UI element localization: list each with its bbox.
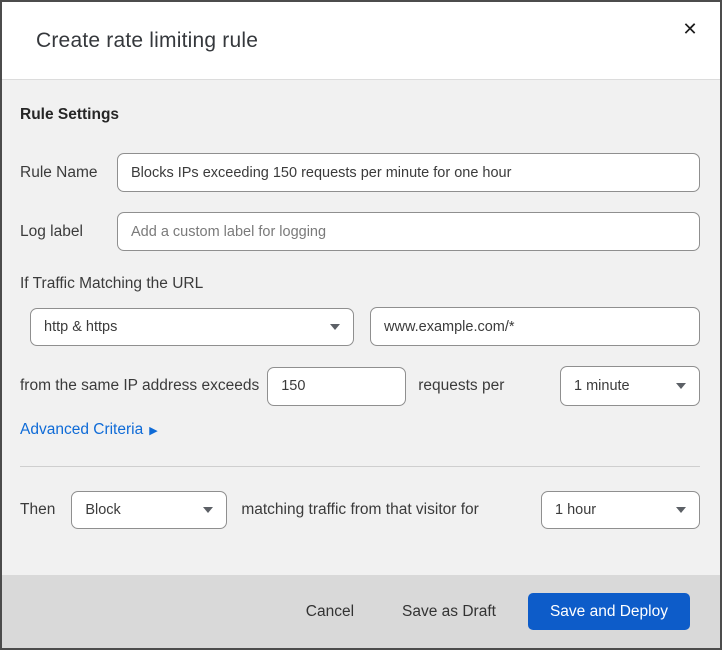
exceeds-row: from the same IP address exceeds request… — [20, 366, 700, 406]
chevron-down-icon — [676, 383, 686, 389]
dialog-body: Rule Settings Rule Name Log label If Tra… — [2, 80, 720, 575]
period-select[interactable]: 1 minute — [560, 366, 700, 406]
duration-select[interactable]: 1 hour — [541, 491, 700, 529]
period-select-value: 1 minute — [574, 378, 630, 394]
requests-per-text: requests per — [418, 377, 505, 394]
action-select-value: Block — [85, 502, 121, 518]
dialog-footer: Cancel Save as Draft Save and Deploy — [2, 575, 720, 648]
action-middle-text: matching traffic from that visitor for — [241, 501, 479, 518]
log-label-row: Log label — [20, 212, 700, 251]
save-and-deploy-button[interactable]: Save and Deploy — [527, 593, 690, 630]
url-pattern-input[interactable] — [370, 307, 700, 346]
log-label-input[interactable] — [117, 212, 700, 251]
scheme-select-value: http & https — [44, 318, 118, 335]
action-select[interactable]: Block — [71, 491, 228, 529]
advanced-criteria-link[interactable]: Advanced Criteria ▶ — [20, 421, 158, 439]
chevron-right-icon: ▶ — [149, 423, 158, 437]
cancel-button[interactable]: Cancel — [302, 595, 358, 629]
url-match-row: http & https — [20, 307, 700, 346]
action-row: Then Block matching traffic from that vi… — [20, 491, 700, 529]
log-label-label: Log label — [20, 222, 83, 240]
chevron-down-icon — [676, 507, 686, 513]
save-as-draft-button[interactable]: Save as Draft — [398, 595, 500, 629]
then-label: Then — [20, 501, 56, 518]
traffic-match-intro: If Traffic Matching the URL — [20, 275, 204, 292]
advanced-criteria-label: Advanced Criteria — [20, 421, 144, 438]
dialog-title: Create rate limiting rule — [36, 28, 259, 52]
create-rate-limiting-rule-dialog: Create rate limiting rule ✕ Rule Setting… — [0, 0, 722, 650]
close-icon[interactable]: ✕ — [676, 16, 704, 44]
chevron-down-icon — [330, 323, 340, 330]
exceeds-text: from the same IP address exceeds — [20, 377, 260, 394]
section-divider — [20, 466, 700, 467]
scheme-select[interactable]: http & https — [30, 307, 354, 346]
duration-select-value: 1 hour — [555, 502, 597, 518]
rule-name-row: Rule Name — [20, 153, 700, 192]
chevron-down-icon — [203, 507, 214, 513]
rule-name-input[interactable] — [117, 153, 700, 192]
rule-name-label: Rule Name — [20, 163, 98, 181]
dialog-header: Create rate limiting rule ✕ — [2, 2, 720, 80]
request-count-input[interactable] — [267, 366, 407, 406]
rule-settings-heading: Rule Settings — [20, 106, 120, 123]
